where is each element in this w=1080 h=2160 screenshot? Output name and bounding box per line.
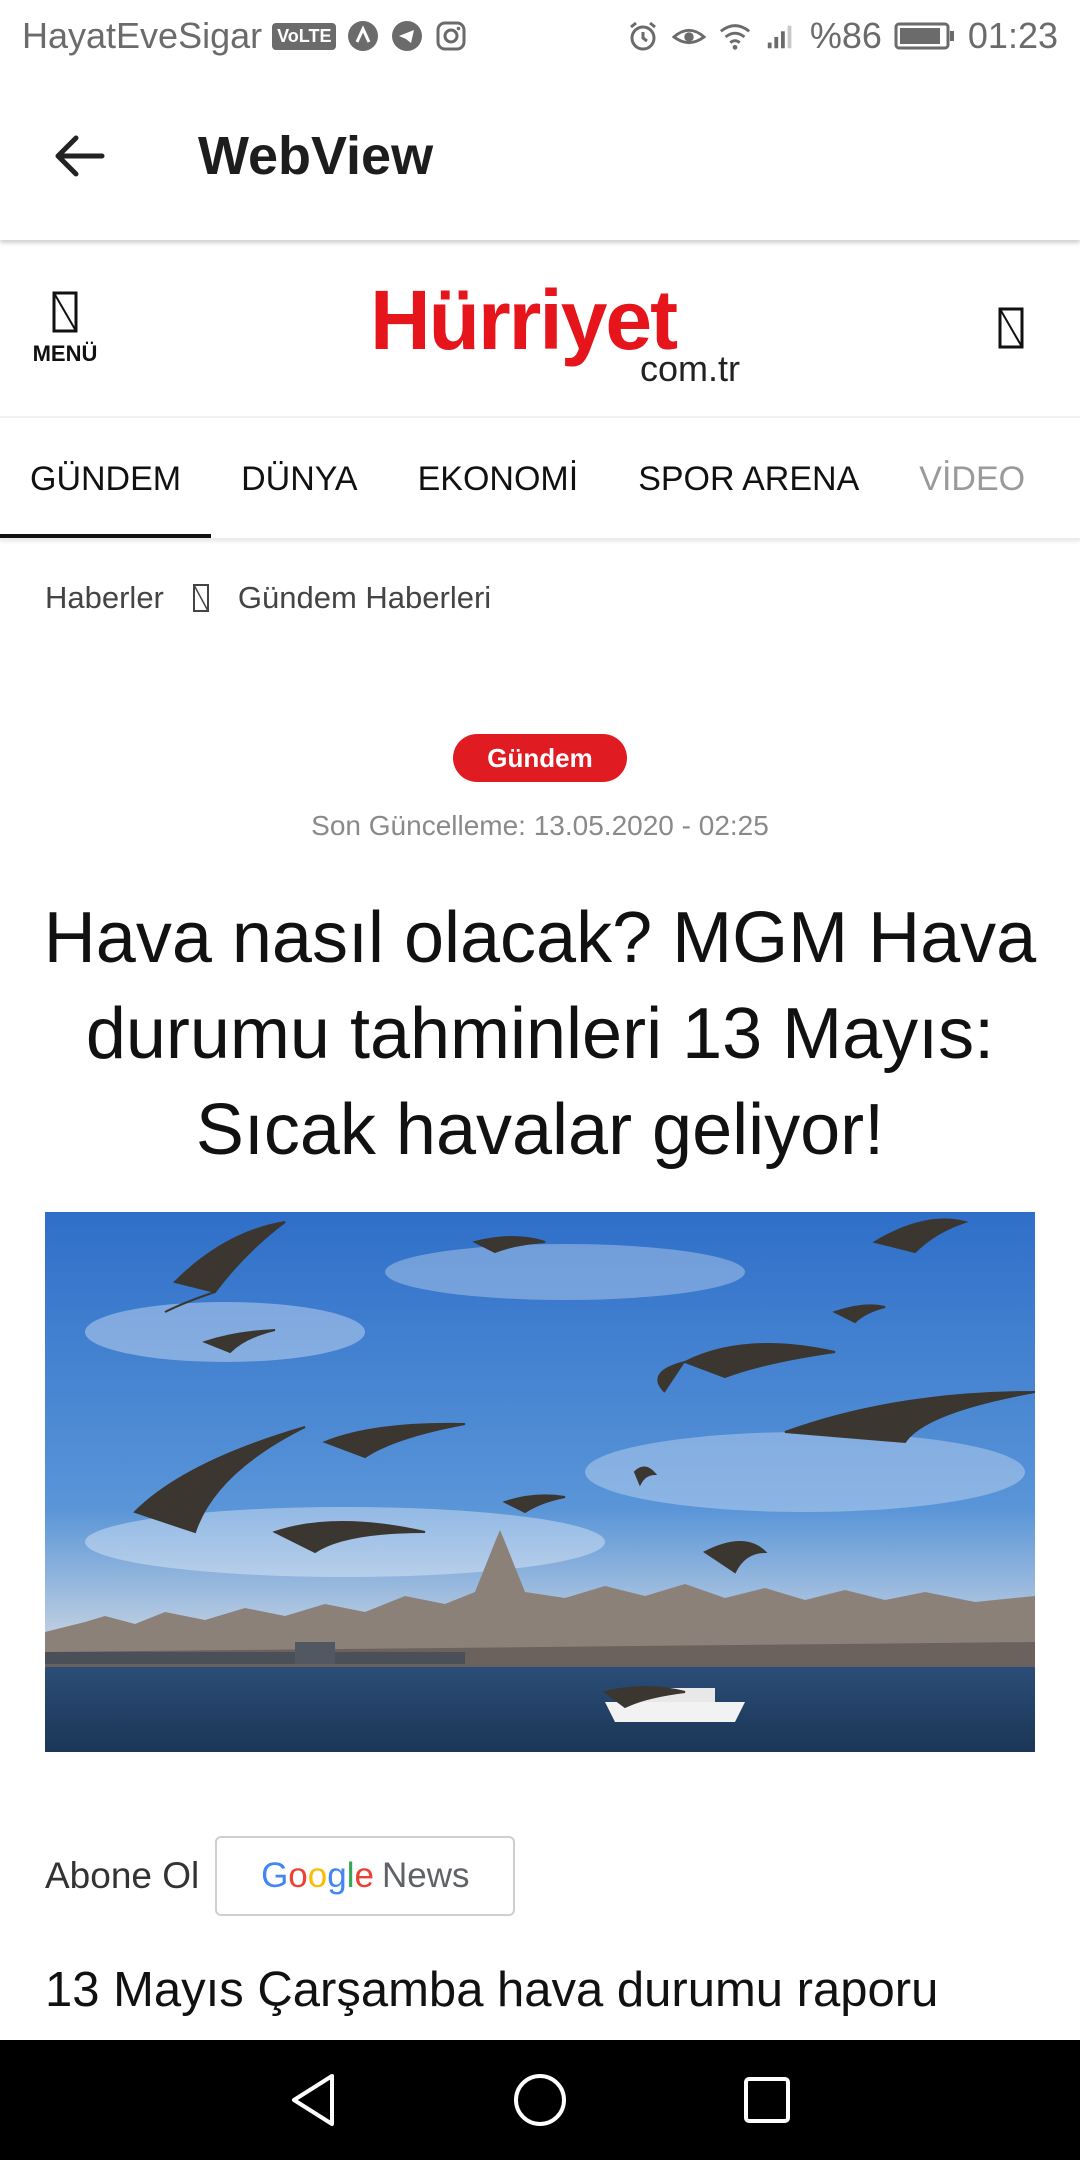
circle-home-icon bbox=[513, 2074, 566, 2126]
nav-back-button[interactable] bbox=[263, 2050, 363, 2150]
menu-label: MENÜ bbox=[32, 341, 98, 366]
category-tabs: GÜNDEM DÜNYA EKONOMİ SPOR ARENA VİDEO bbox=[0, 420, 1080, 540]
tab-video[interactable]: VİDEO bbox=[919, 420, 1025, 538]
subscribe-label: Abone Ol bbox=[45, 1855, 200, 1896]
battery-icon bbox=[894, 19, 956, 53]
site-logo[interactable]: Hürriyet com.tr bbox=[370, 278, 740, 389]
last-updated: Son Güncelleme: 13.05.2020 - 02:25 bbox=[311, 810, 769, 841]
tab-gundem[interactable]: GÜNDEM bbox=[0, 420, 212, 538]
google-letter: e bbox=[354, 1856, 374, 1895]
app-bar: WebView bbox=[0, 72, 1080, 240]
site-header: MENÜ Hürriyet com.tr bbox=[0, 242, 1080, 418]
news-label: News bbox=[381, 1856, 470, 1895]
clock: 01:23 bbox=[967, 15, 1058, 56]
chevron-right-icon bbox=[192, 584, 209, 612]
tab-ekonomi[interactable]: EKONOMİ bbox=[418, 420, 579, 538]
article-subheading: 13 Mayıs Çarşamba hava durumu raporu bbox=[45, 1963, 939, 2017]
instagram-icon bbox=[434, 19, 468, 53]
wifi-icon bbox=[718, 19, 752, 53]
battery-percent: %86 bbox=[809, 15, 882, 56]
search-button[interactable] bbox=[966, 278, 1056, 378]
article-headline: Hava nasıl olacak? MGM Hava durumu tahmi… bbox=[43, 898, 1037, 1170]
breadcrumb-gundem-haberleri[interactable]: Gündem Haberleri bbox=[238, 580, 491, 616]
google-letter: G bbox=[261, 1856, 289, 1895]
google-letter: l bbox=[346, 1856, 355, 1895]
subscribe-row: Abone Ol Google News bbox=[45, 1836, 516, 1916]
arrow-left-icon bbox=[55, 135, 105, 177]
nav-home-button[interactable] bbox=[490, 2050, 590, 2150]
back-button[interactable] bbox=[18, 96, 138, 216]
alarm-icon bbox=[626, 19, 660, 53]
signal-icon bbox=[764, 19, 798, 53]
tab-dunya[interactable]: DÜNYA bbox=[241, 420, 358, 538]
tab-spor-arena[interactable]: SPOR ARENA bbox=[638, 420, 859, 538]
volte-icon: VoLTE bbox=[272, 22, 337, 50]
google-letter: o bbox=[307, 1856, 328, 1895]
category-badge[interactable]: Gündem bbox=[453, 734, 627, 782]
google-letter: g bbox=[327, 1856, 347, 1895]
telegram-icon bbox=[390, 19, 424, 53]
hamburger-icon bbox=[52, 291, 78, 333]
logo-sub-text: com.tr bbox=[639, 348, 740, 389]
breadcrumb-haberler[interactable]: Haberler bbox=[45, 580, 164, 616]
article-hero-image[interactable] bbox=[45, 1212, 1035, 1752]
nav-recents-button[interactable] bbox=[717, 2050, 817, 2150]
status-bar: HayatEveSigar VoLTE %86 01:23 bbox=[0, 0, 1080, 72]
menu-button[interactable]: MENÜ bbox=[0, 264, 130, 394]
navigation-app-icon bbox=[346, 19, 380, 53]
google-news-button[interactable]: Google News bbox=[215, 1836, 516, 1916]
app-bar-title: WebView bbox=[198, 126, 434, 186]
search-icon bbox=[998, 307, 1024, 349]
square-recents-icon bbox=[743, 2077, 790, 2123]
breadcrumb: Haberler Gündem Haberleri bbox=[45, 580, 491, 616]
triangle-back-icon bbox=[292, 2074, 335, 2126]
eye-comfort-icon bbox=[671, 19, 706, 53]
carrier-name: HayatEveSigar bbox=[22, 15, 263, 56]
google-letter: o bbox=[288, 1856, 308, 1895]
system-nav-bar bbox=[0, 2040, 1080, 2160]
